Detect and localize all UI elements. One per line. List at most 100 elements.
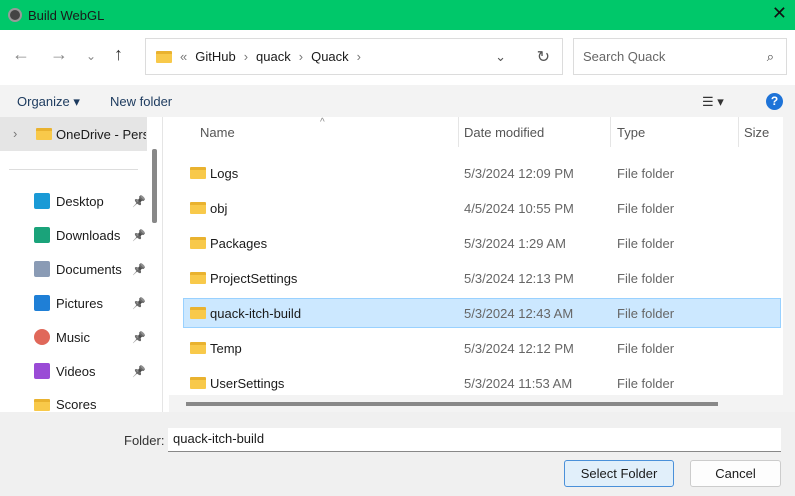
pin-icon[interactable]: 📌 xyxy=(132,263,146,276)
sidebar-scrollbar[interactable] xyxy=(152,149,157,223)
column-type[interactable]: Type xyxy=(617,125,645,140)
file-type: File folder xyxy=(617,200,675,216)
folder-icon xyxy=(190,202,206,214)
file-type: File folder xyxy=(617,305,675,321)
search-icon: ⌕ xyxy=(766,48,774,64)
folder-icon xyxy=(156,50,172,63)
sidebar-item-documents[interactable]: Documents 📌 xyxy=(34,261,146,277)
sidebar-item-label: Desktop xyxy=(56,193,104,209)
sidebar-item-downloads[interactable]: Downloads 📌 xyxy=(34,227,146,243)
crumb-quack-current[interactable]: Quack xyxy=(311,49,349,64)
folder-icon xyxy=(36,128,52,140)
sidebar-item-label: Documents xyxy=(56,261,122,277)
toolbar: Organize ▾ New folder ☰ ▾ xyxy=(0,85,795,117)
sidebar-item-music[interactable]: Music 📌 xyxy=(34,329,146,345)
sidebar-item-videos[interactable]: Videos 📌 xyxy=(34,363,146,379)
folder-icon xyxy=(190,342,206,354)
file-date: 5/3/2024 12:13 PM xyxy=(464,270,574,286)
divider xyxy=(9,169,138,170)
title-bar: Build WebGL ✕ xyxy=(0,0,795,30)
sidebar-item-scores[interactable]: Scores xyxy=(34,397,146,412)
column-size[interactable]: Size xyxy=(744,125,769,140)
file-name: UserSettings xyxy=(210,375,285,391)
app-icon xyxy=(8,8,22,22)
file-date: 5/3/2024 12:43 AM xyxy=(464,305,574,321)
file-date: 5/3/2024 12:09 PM xyxy=(464,165,574,181)
pin-icon[interactable]: 📌 xyxy=(132,195,146,208)
pin-icon[interactable]: 📌 xyxy=(132,331,146,344)
file-name: quack-itch-build xyxy=(210,305,302,321)
pin-icon[interactable]: 📌 xyxy=(132,365,146,378)
organize-button[interactable]: Organize ▾ xyxy=(17,94,80,110)
column-name[interactable]: Name xyxy=(200,125,235,140)
document-icon xyxy=(34,261,50,277)
expand-chevron-icon[interactable]: › xyxy=(13,126,17,141)
sidebar-item-label: Scores xyxy=(56,397,97,412)
folder-icon xyxy=(190,377,206,389)
refresh-icon[interactable]: ↻ xyxy=(537,47,550,67)
navigation-pane: › OneDrive - Perso Desktop📌Downloads📌Doc… xyxy=(0,117,163,412)
file-date: 5/3/2024 12:12 PM xyxy=(464,340,574,356)
pictures-icon xyxy=(34,295,50,311)
footer xyxy=(0,412,795,496)
sidebar-item-onedrive[interactable]: › OneDrive - Perso xyxy=(0,117,147,151)
file-name: Packages xyxy=(210,235,268,251)
file-type: File folder xyxy=(617,270,675,286)
file-row[interactable]: obj 4/5/2024 10:55 PM File folder xyxy=(183,193,781,223)
file-row[interactable]: UserSettings 5/3/2024 11:53 AM File folder xyxy=(183,368,781,398)
new-folder-button[interactable]: New folder xyxy=(110,94,172,109)
folder-name-input[interactable]: quack-itch-build xyxy=(168,428,781,452)
folder-icon xyxy=(34,398,50,411)
file-row[interactable]: Packages 5/3/2024 1:29 AM File folder xyxy=(183,228,781,258)
file-row[interactable]: Logs 5/3/2024 12:09 PM File folder xyxy=(183,158,781,188)
up-icon[interactable]: ↑ xyxy=(114,44,123,65)
search-input[interactable]: Search Quack ⌕ xyxy=(573,38,787,75)
file-date: 5/3/2024 11:53 AM xyxy=(464,375,573,391)
sidebar-item-label: Downloads xyxy=(56,227,121,243)
file-list: ^ Name Date modified Type Size Logs 5/3/2… xyxy=(164,117,795,412)
file-row[interactable]: quack-itch-build 5/3/2024 12:43 AM File fo… xyxy=(183,298,781,328)
crumb-github[interactable]: GitHub xyxy=(195,49,235,64)
column-date[interactable]: Date modified xyxy=(464,125,544,140)
file-type: File folder xyxy=(617,235,675,251)
cancel-button[interactable]: Cancel xyxy=(690,460,781,487)
folder-icon xyxy=(190,307,206,319)
recent-chevron-icon[interactable]: ⌄ xyxy=(86,49,96,63)
sidebar-item-pictures[interactable]: Pictures 📌 xyxy=(34,295,146,311)
sort-arrow-icon: ^ xyxy=(320,117,325,128)
file-type: File folder xyxy=(617,165,675,181)
file-name: Logs xyxy=(210,165,239,181)
address-dropdown-icon[interactable]: ⌄ xyxy=(495,49,506,65)
videos-icon xyxy=(34,363,50,379)
overflow-chevron[interactable]: « xyxy=(180,49,187,64)
sidebar-item-label: Videos xyxy=(56,363,96,379)
pin-icon[interactable]: 📌 xyxy=(132,229,146,242)
file-date: 4/5/2024 10:55 PM xyxy=(464,200,574,216)
horizontal-scrollbar-track xyxy=(169,395,784,412)
file-row[interactable]: ProjectSettings 5/3/2024 12:13 PM File fol… xyxy=(183,263,781,293)
horizontal-scrollbar[interactable] xyxy=(186,402,718,406)
file-name: Temp xyxy=(210,340,242,356)
file-type: File folder xyxy=(617,340,675,356)
select-folder-button[interactable]: Select Folder xyxy=(564,460,674,487)
vertical-scrollbar-track[interactable] xyxy=(783,117,795,412)
folder-icon xyxy=(190,237,206,249)
folder-icon xyxy=(190,272,206,284)
file-row[interactable]: Temp 5/3/2024 12:12 PM File folder xyxy=(183,333,781,363)
crumb-quack[interactable]: quack xyxy=(256,49,291,64)
help-icon[interactable]: ? xyxy=(766,93,783,110)
sidebar-item-desktop[interactable]: Desktop 📌 xyxy=(34,193,146,209)
file-type: File folder xyxy=(617,375,675,391)
file-name: obj xyxy=(210,200,228,216)
forward-icon[interactable]: → xyxy=(50,44,68,65)
view-options-icon[interactable]: ☰ ▾ xyxy=(702,94,724,110)
file-name: ProjectSettings xyxy=(210,270,298,286)
back-icon[interactable]: ← xyxy=(12,44,30,65)
music-icon xyxy=(34,329,50,345)
download-icon xyxy=(34,227,50,243)
address-bar[interactable]: « GitHub › quack › Quack › ⌄ ↻ xyxy=(145,38,563,75)
window-title: Build WebGL xyxy=(28,7,105,23)
pin-icon[interactable]: 📌 xyxy=(132,297,146,310)
sidebar-item-label: Music xyxy=(56,329,90,345)
close-icon[interactable]: ✕ xyxy=(772,3,787,24)
